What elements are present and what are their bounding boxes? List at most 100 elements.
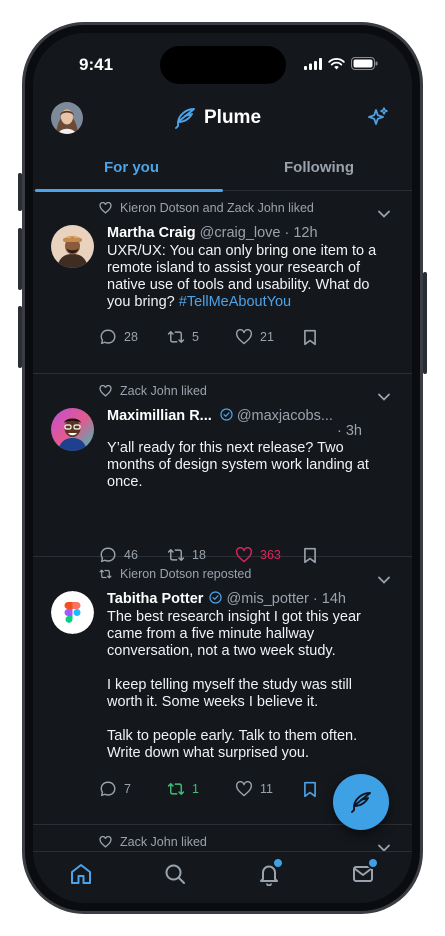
repost-icon <box>167 783 185 795</box>
tab-for-you[interactable]: For you <box>104 159 159 176</box>
tab-search[interactable] <box>163 862 187 891</box>
post-body: Tabitha Potter @mis_potter · 14h The bes… <box>107 590 389 762</box>
post-body: Maximillian R... @maxjacobs... · 3h Y’al… <box>107 407 389 491</box>
sparkle-icon <box>368 107 388 125</box>
search-icon <box>165 864 185 884</box>
reply-count: 7 <box>124 782 131 796</box>
repost-count: 5 <box>192 330 199 344</box>
post-item[interactable]: Kieron Dotson and Zack John liked Martha… <box>33 191 412 374</box>
avatar-image <box>51 102 83 134</box>
chevron-down-icon <box>378 393 390 401</box>
post-context: Zack John liked <box>99 384 207 398</box>
compose-button[interactable] <box>333 774 389 830</box>
bookmark-icon <box>304 781 316 797</box>
reply-button[interactable]: 7 <box>99 780 167 798</box>
post-paragraph: I keep telling myself the study was stil… <box>107 677 352 710</box>
post-body: Martha Craig @craig_love · 12h UXR/UX: Y… <box>107 224 389 311</box>
post-actions: 7 1 11 <box>99 780 371 798</box>
reply-button[interactable]: 28 <box>99 328 167 346</box>
status-time: 9:41 <box>79 55 114 74</box>
reply-icon <box>100 781 116 797</box>
message-badge <box>367 857 379 869</box>
repost-icon <box>167 331 185 343</box>
post-time: · 3h <box>337 423 362 439</box>
post-context-label: Zack John liked <box>120 835 207 849</box>
author-avatar[interactable] <box>51 591 94 634</box>
author-name[interactable]: Martha Craig <box>107 225 196 241</box>
post-context: Kieron Dotson reposted <box>99 567 251 581</box>
app-header: Plume <box>33 93 412 145</box>
post-item[interactable]: Zack John liked Maximillian R... @maxjac… <box>33 374 412 563</box>
heart-icon <box>99 202 112 214</box>
post-context-label: Zack John liked <box>120 384 207 398</box>
avatar-image <box>51 591 94 634</box>
heart-icon <box>99 385 112 397</box>
feather-icon <box>175 108 195 129</box>
post-context: Zack John liked <box>99 835 207 849</box>
like-button[interactable]: 21 <box>235 329 303 345</box>
like-count: 11 <box>260 782 273 796</box>
like-button[interactable]: 11 <box>235 781 303 797</box>
post-text: UXR/UX: You can only bring one item to a… <box>107 243 389 311</box>
power-button <box>423 272 427 374</box>
status-icons <box>304 57 378 70</box>
heart-icon <box>99 836 112 848</box>
reply-count: 28 <box>124 330 138 344</box>
post-context-label: Kieron Dotson and Zack John liked <box>120 201 314 215</box>
cellular-signal-icon <box>304 57 322 70</box>
tab-notifications[interactable] <box>257 857 284 891</box>
reply-icon <box>100 329 116 345</box>
avatar-image <box>51 408 94 451</box>
bookmark-button[interactable] <box>303 329 371 346</box>
author-handle[interactable]: @maxjacobs... <box>237 408 333 424</box>
author-avatar[interactable] <box>51 225 94 268</box>
heart-icon <box>236 781 252 797</box>
author-handle[interactable]: @mis_potter <box>226 591 308 607</box>
author-avatar[interactable] <box>51 408 94 451</box>
repost-count: 1 <box>192 782 199 796</box>
post-time: · 12h <box>284 225 318 241</box>
avatar-image <box>51 225 94 268</box>
post-text: The best research insight I got this yea… <box>107 609 389 762</box>
feather-icon <box>351 792 371 813</box>
heart-icon <box>236 329 252 345</box>
screen: 9:41 Plume For you Following Kieron Dots… <box>33 33 412 903</box>
verified-badge-icon <box>209 591 223 604</box>
battery-icon <box>351 57 378 70</box>
repost-button[interactable]: 1 <box>167 781 235 797</box>
post-author-line: Martha Craig @craig_love · 12h <box>107 224 389 242</box>
app-title: Plume <box>204 107 262 128</box>
hashtag-link[interactable]: #TellMeAboutYou <box>179 294 291 310</box>
bottom-tab-bar <box>33 851 412 903</box>
tab-home[interactable] <box>69 862 93 891</box>
chevron-down-icon <box>378 576 390 584</box>
dynamic-island <box>160 46 286 84</box>
notification-badge <box>272 857 284 869</box>
tab-following[interactable]: Following <box>284 159 354 176</box>
repost-button[interactable]: 5 <box>167 329 235 345</box>
post-author-line: Maximillian R... @maxjacobs... · 3h <box>107 407 389 443</box>
post-context-label: Kieron Dotson reposted <box>120 567 252 581</box>
post-time: · 14h <box>312 591 346 607</box>
feed-tabs: For you Following <box>33 148 412 192</box>
verified-badge-icon <box>220 408 233 421</box>
app-brand: Plume <box>173 107 261 129</box>
author-name[interactable]: Tabitha Potter <box>107 591 203 607</box>
author-handle[interactable]: @craig_love <box>200 225 281 241</box>
repost-icon <box>99 569 112 579</box>
profile-avatar[interactable] <box>51 102 83 134</box>
sparkle-button[interactable] <box>366 106 390 135</box>
post-paragraph: The best research insight I got this yea… <box>107 609 361 659</box>
like-count: 21 <box>260 330 274 344</box>
post-author-line: Tabitha Potter @mis_potter · 14h <box>107 590 389 608</box>
chevron-down-icon <box>378 210 390 218</box>
post-context: Kieron Dotson and Zack John liked <box>99 201 314 215</box>
author-name[interactable]: Maximillian R... <box>107 408 212 424</box>
post-menu-button[interactable] <box>378 571 390 589</box>
tab-messages[interactable] <box>351 857 379 891</box>
post-paragraph: Talk to people early. Talk to them often… <box>107 728 358 761</box>
post-actions: 28 5 21 <box>99 328 371 346</box>
post-menu-button[interactable] <box>378 205 390 223</box>
post-menu-button[interactable] <box>378 388 390 406</box>
status-bar: 9:41 <box>33 33 412 93</box>
